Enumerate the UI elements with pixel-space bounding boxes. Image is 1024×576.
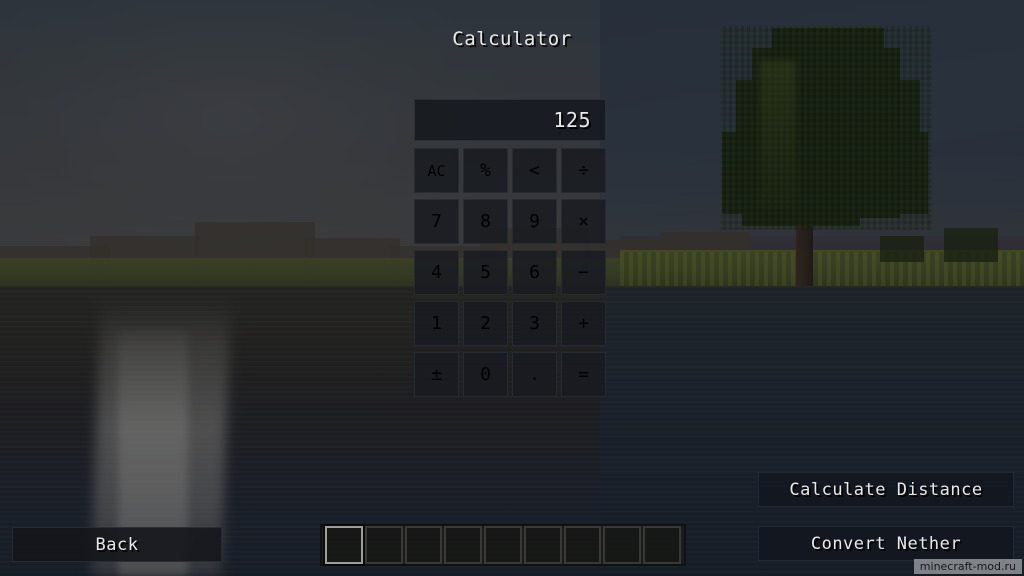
key-0[interactable]: 0 [463,352,508,397]
hotbar-slot-5[interactable] [484,526,522,564]
key-7[interactable]: 7 [414,199,459,244]
back-button[interactable]: Back [12,527,222,562]
key-add[interactable]: + [561,301,606,346]
key-4[interactable]: 4 [414,250,459,295]
site-watermark: minecraft-mod.ru [913,559,1022,574]
page-title: Calculator [452,28,572,50]
key-2[interactable]: 2 [463,301,508,346]
hotbar-slot-8[interactable] [603,526,642,564]
key-divide[interactable]: ÷ [561,148,606,193]
calculator-keypad: AC% < ÷ 7 8 9 × 4 5 6− 1 2 3 + ±0. = [414,148,606,400]
game-screen: Calculator 125 AC% < ÷ 7 8 9 × 4 5 6− 1 2 3 + ±0. = Bac… [0,0,1024,576]
hotbar-slot-3[interactable] [404,526,443,564]
key-backspace[interactable]: < [512,148,557,193]
hotbar-slot-4[interactable] [444,526,483,564]
key-all-clear[interactable]: AC [414,148,459,193]
key-equals[interactable]: = [561,352,606,397]
convert-nether-button[interactable]: Convert Nether [758,526,1014,561]
key-1[interactable]: 1 [414,301,459,346]
hotbar-slot-7[interactable] [563,526,602,564]
key-8[interactable]: 8 [463,199,508,244]
hotbar-slot-2[interactable] [364,526,403,564]
calculator-display: 125 [414,99,606,141]
key-3[interactable]: 3 [512,301,557,346]
calculate-distance-button[interactable]: Calculate Distance [758,472,1014,507]
calculator-gui: Calculator 125 AC% < ÷ 7 8 9 × 4 5 6− 1 2 3 + ±0. = Bac… [0,0,1024,576]
key-multiply[interactable]: × [561,199,606,244]
display-value: 125 [553,108,591,132]
key-percent[interactable]: % [463,148,508,193]
key-subtract[interactable]: − [561,250,606,295]
hotbar-slot-9[interactable] [643,526,682,564]
hotbar-slot-6[interactable] [523,526,562,564]
key-decimal[interactable]: . [512,352,557,397]
key-9[interactable]: 9 [512,199,557,244]
hotbar-slot-1[interactable] [325,526,363,564]
key-sign-toggle[interactable]: ± [414,352,459,397]
hotbar[interactable] [320,524,686,566]
key-6[interactable]: 6 [512,250,557,295]
key-5[interactable]: 5 [463,250,508,295]
